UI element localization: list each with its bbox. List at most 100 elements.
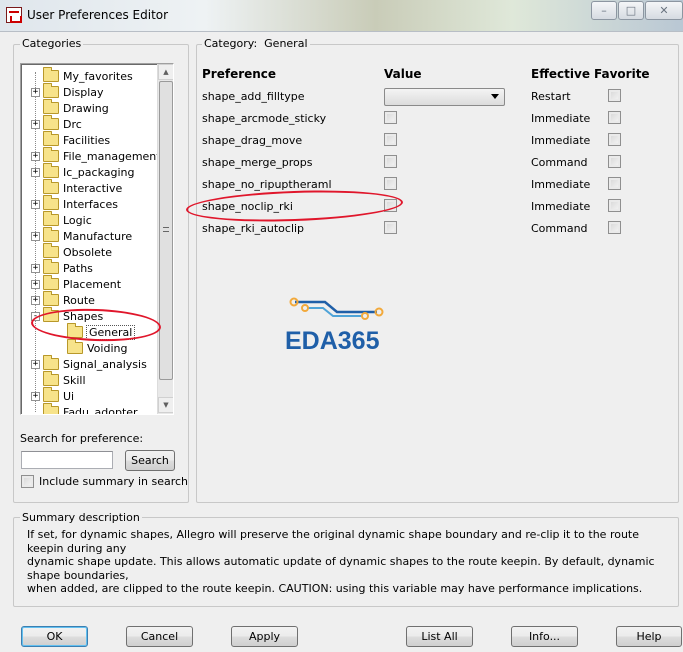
include-summary-checkbox[interactable] xyxy=(21,475,34,488)
expand-icon[interactable]: + xyxy=(31,151,40,161)
tree-item-label: Drawing xyxy=(63,101,109,115)
expand-icon[interactable]: + xyxy=(31,279,40,289)
tree-item-interfaces[interactable]: + Interfaces xyxy=(31,195,118,212)
info-button[interactable]: Info... xyxy=(511,626,578,647)
preference-name: shape_add_filltype xyxy=(202,90,305,103)
favorite-checkbox[interactable] xyxy=(608,177,621,190)
expand-icon[interactable]: + xyxy=(31,119,40,129)
tree-item-label: Logic xyxy=(63,213,92,227)
tree-item-drawing[interactable]: Drawing xyxy=(31,99,109,116)
tree-item-ui[interactable]: + Ui xyxy=(31,387,75,404)
window-title: User Preferences Editor xyxy=(27,8,169,22)
favorite-checkbox[interactable] xyxy=(608,111,621,124)
favorite-checkbox[interactable] xyxy=(608,89,621,102)
value-checkbox[interactable] xyxy=(384,177,397,190)
effective-value: Immediate xyxy=(531,200,591,213)
tree-item-my-favorites[interactable]: My_favorites xyxy=(31,67,133,84)
expand-icon[interactable]: + xyxy=(31,87,40,97)
tree-item-facilities[interactable]: Facilities xyxy=(31,131,110,148)
scroll-thumb[interactable] xyxy=(159,81,173,380)
value-checkbox[interactable] xyxy=(384,111,397,124)
tree-item-manufacture[interactable]: + Manufacture xyxy=(31,227,133,244)
include-summary-label: Include summary in search xyxy=(39,475,189,488)
scroll-down-button[interactable]: ▼ xyxy=(158,397,173,413)
summary-text: If set, for dynamic shapes, Allegro will… xyxy=(27,528,677,596)
folder-icon xyxy=(43,99,59,114)
favorite-header: Favorite xyxy=(594,67,650,81)
effective-value: Immediate xyxy=(531,112,591,125)
effective-value: Immediate xyxy=(531,178,591,191)
expand-icon[interactable]: + xyxy=(31,295,40,305)
tree-item-ic-packaging[interactable]: + Ic_packaging xyxy=(31,163,134,180)
maximize-icon: □ xyxy=(625,4,637,17)
expand-icon[interactable]: + xyxy=(31,263,40,273)
tree-item-voiding[interactable]: Voiding xyxy=(55,339,128,356)
expand-icon[interactable]: + xyxy=(31,167,40,177)
tree-item-label: Voiding xyxy=(87,341,128,355)
help-button[interactable]: Help xyxy=(616,626,682,647)
folder-icon xyxy=(43,163,59,178)
preference-name: shape_drag_move xyxy=(202,134,303,147)
chevron-down-icon xyxy=(491,94,499,99)
favorite-checkbox[interactable] xyxy=(608,221,621,234)
tree-item-logic[interactable]: Logic xyxy=(31,211,92,228)
folder-icon xyxy=(43,403,59,414)
tree-item-label: Paths xyxy=(63,261,93,275)
preference-name: shape_no_ripuptheraml xyxy=(202,178,332,191)
search-button[interactable]: Search xyxy=(125,450,175,471)
tree-item-label: Ui xyxy=(63,389,75,403)
tree-item-interactive[interactable]: Interactive xyxy=(31,179,122,196)
folder-icon xyxy=(43,355,59,370)
favorite-checkbox[interactable] xyxy=(608,155,621,168)
favorite-checkbox[interactable] xyxy=(608,133,621,146)
tree-item-label: Signal_analysis xyxy=(63,357,147,371)
minimize-icon: – xyxy=(601,4,607,17)
tree-item-placement[interactable]: + Placement xyxy=(31,275,121,292)
expand-icon[interactable]: + xyxy=(31,359,40,369)
folder-icon xyxy=(43,195,59,210)
list-all-button[interactable]: List All xyxy=(406,626,473,647)
apply-button[interactable]: Apply xyxy=(231,626,298,647)
effective-value: Restart xyxy=(531,90,571,103)
value-checkbox[interactable] xyxy=(384,133,397,146)
maximize-button[interactable]: □ xyxy=(618,1,644,20)
tree-item-skill[interactable]: Skill xyxy=(31,371,86,388)
summary-line: If set, for dynamic shapes, Allegro will… xyxy=(27,528,640,555)
folder-icon xyxy=(43,243,59,258)
value-checkbox[interactable] xyxy=(384,221,397,234)
tree-item-drc[interactable]: + Drc xyxy=(31,115,82,132)
tree-item-signal-analysis[interactable]: + Signal_analysis xyxy=(31,355,147,372)
cancel-button[interactable]: Cancel xyxy=(126,626,193,647)
folder-icon xyxy=(43,211,59,226)
ok-button[interactable]: OK xyxy=(21,626,88,647)
scroll-up-button[interactable]: ▲ xyxy=(158,64,173,80)
tree-item-fadu-adopter[interactable]: Fadu_adopter xyxy=(31,403,138,414)
app-icon xyxy=(6,7,22,23)
tree-item-route[interactable]: + Route xyxy=(31,291,95,308)
expand-icon[interactable]: + xyxy=(31,199,40,209)
category-heading: Category: General xyxy=(202,37,310,50)
tree-item-paths[interactable]: + Paths xyxy=(31,259,93,276)
value-dropdown[interactable] xyxy=(384,88,505,106)
effective-header: Effective xyxy=(531,67,590,81)
minimize-button[interactable]: – xyxy=(591,1,617,20)
tree-item-display[interactable]: + Display xyxy=(31,83,104,100)
close-button[interactable]: ✕ xyxy=(645,1,683,20)
favorite-checkbox[interactable] xyxy=(608,199,621,212)
circuit-trace-icon xyxy=(289,297,384,320)
folder-icon xyxy=(43,259,59,274)
folder-icon xyxy=(43,131,59,146)
search-input[interactable] xyxy=(21,451,113,469)
tree-scrollbar[interactable]: ▲ ▼ xyxy=(157,64,173,414)
preference-name: shape_merge_props xyxy=(202,156,313,169)
value-checkbox[interactable] xyxy=(384,155,397,168)
tree-item-label: Display xyxy=(63,85,104,99)
tree-item-obsolete[interactable]: Obsolete xyxy=(31,243,112,260)
category-tree[interactable]: My_favorites + Display Drawing + Drc Facilitie… xyxy=(20,63,174,415)
expand-icon[interactable]: + xyxy=(31,231,40,241)
folder-icon xyxy=(43,387,59,402)
tree-item-label: Manufacture xyxy=(63,229,133,243)
folder-icon xyxy=(43,147,59,162)
expand-icon[interactable]: + xyxy=(31,391,40,401)
tree-item-file-management[interactable]: + File_management xyxy=(31,147,161,164)
